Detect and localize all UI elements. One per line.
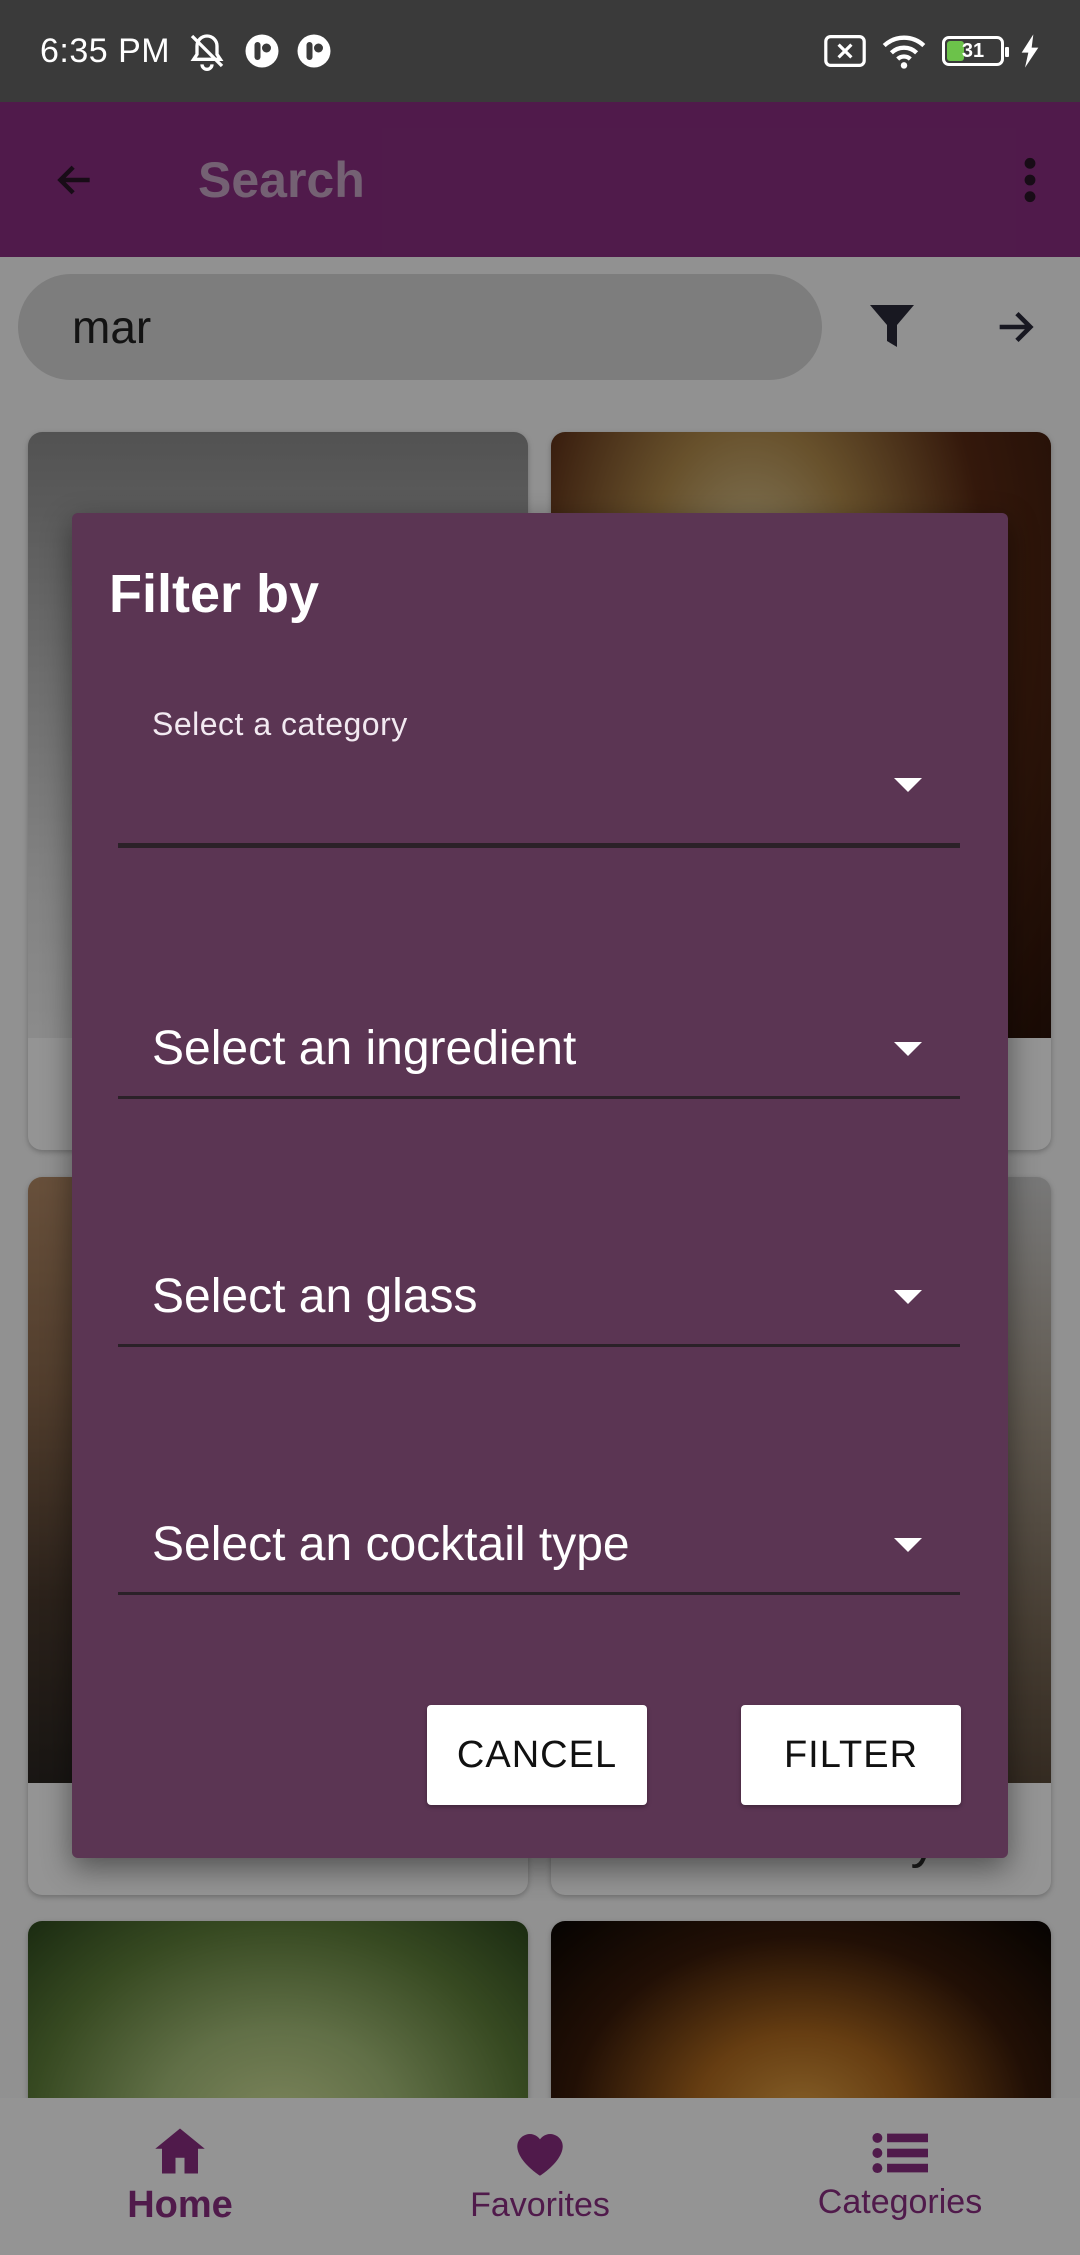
ingredient-select[interactable]: Select an ingredient	[118, 999, 960, 1099]
wifi-icon	[882, 33, 926, 69]
category-select-label: Select a category	[152, 706, 408, 742]
sim-disabled-icon	[824, 35, 866, 67]
filter-button[interactable]: FILTER	[741, 1705, 961, 1805]
cancel-button[interactable]: CANCEL	[427, 1705, 647, 1805]
dropdown-arrow-icon	[894, 1290, 922, 1304]
filter-dialog: Filter by Select a category Select an in…	[72, 513, 1008, 1858]
category-select[interactable]: Select a category	[118, 706, 960, 848]
status-left: 6:35 PM	[40, 31, 332, 71]
status-time: 6:35 PM	[40, 31, 171, 70]
notification-icon	[296, 33, 332, 69]
status-bar: 6:35 PM 31	[0, 0, 1080, 102]
cocktail-type-select[interactable]: Select an cocktail type	[118, 1495, 960, 1595]
dropdown-arrow-icon	[894, 1042, 922, 1056]
ingredient-select-placeholder: Select an ingredient	[152, 1022, 577, 1075]
dropdown-arrow-icon	[894, 1538, 922, 1552]
dialog-title: Filter by	[109, 564, 320, 624]
charging-bolt-icon	[1020, 34, 1040, 68]
mute-bell-icon	[186, 31, 228, 71]
modal-scrim-top[interactable]	[0, 102, 1080, 257]
battery-level: 31	[961, 39, 985, 62]
battery-icon: 31	[942, 36, 1009, 66]
screen: 6:35 PM 31 Search mar Home Favorites Cat…	[0, 0, 1080, 2255]
status-right: 31	[824, 33, 1040, 69]
glass-select-placeholder: Select an glass	[152, 1270, 478, 1323]
cocktail-type-select-placeholder: Select an cocktail type	[152, 1518, 630, 1571]
glass-select[interactable]: Select an glass	[118, 1247, 960, 1347]
dropdown-arrow-icon	[894, 778, 922, 792]
notification-icon	[244, 33, 280, 69]
